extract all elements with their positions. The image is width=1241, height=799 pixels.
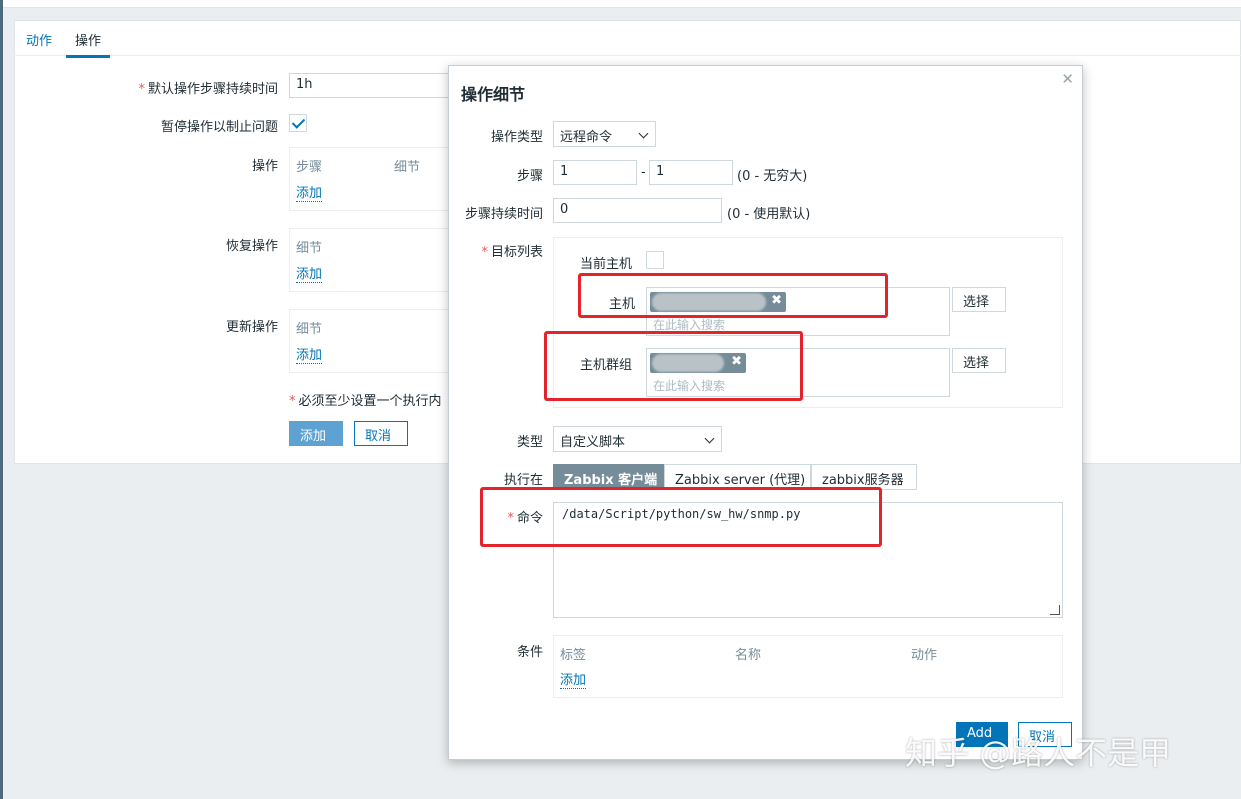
left-nav-edge [0,0,3,799]
recovery-add-link[interactable]: 添加 [296,263,323,283]
pause-label: 暂停操作以制止问题 [160,120,278,135]
update-add-link[interactable]: 添加 [296,344,323,364]
recovery-label: 恢复操作 [225,239,278,254]
step-from-input[interactable]: 1 [553,160,637,185]
default-duration-label: * 默认操作步骤持续时间 [138,82,278,97]
chevron-down-icon [638,128,649,139]
conditions-header-name: 名称 [735,648,762,663]
close-icon[interactable]: ✕ [1061,70,1074,88]
ops-add-link[interactable]: 添加 [296,182,323,202]
conditions-table: 标签 名称 动作 添加 [553,635,1063,698]
tab-operations[interactable]: 操作 [66,30,111,58]
target-list-label: * 目标列表 [481,245,543,260]
steps-label: 步骤 [516,169,543,184]
op-type-select[interactable]: 远程命令 [553,121,656,147]
conditions-header-action: 动作 [911,648,938,663]
current-host-label: 当前主机 [580,257,633,272]
chevron-down-icon [704,433,715,444]
step-to-input[interactable]: 1 [649,160,733,185]
steps-hint: (0 - 无穷大) [737,169,808,184]
required-note: * 必须至少设置一个执行内 [289,394,442,409]
recovery-header-detail: 细节 [296,241,323,256]
conditions-add-link[interactable]: 添加 [560,669,587,689]
update-label: 更新操作 [225,320,278,335]
conditions-label: 条件 [516,645,543,660]
pause-checkbox[interactable] [289,114,307,132]
type-label: 类型 [516,435,543,450]
dialog-title: 操作细节 [461,85,526,104]
operation-details-dialog: 操作细节 ✕ 操作类型 远程命令 步骤 1 - 1 (0 - 无穷大) 步骤持续… [448,65,1083,760]
step-duration-label: 步骤持续时间 [464,207,543,222]
default-duration-input[interactable]: 1h [289,73,459,98]
operations-table: 步骤 细节 添加 [289,147,459,211]
step-duration-hint: (0 - 使用默认) [727,207,811,222]
watermark-text: 知乎 @路人不是甲 [905,734,1172,772]
form-cancel-button[interactable]: 取消 [354,421,408,446]
highlight-command [480,487,882,547]
top-strip [3,0,1241,8]
op-type-label: 操作类型 [490,130,543,145]
form-add-button[interactable]: 添加 [289,421,343,446]
conditions-header-tag: 标签 [560,648,587,663]
type-value: 自定义脚本 [560,435,626,450]
current-host-checkbox[interactable] [646,251,664,269]
highlight-host [578,273,888,318]
tab-bar: 动作 操作 [14,20,1241,58]
type-select[interactable]: 自定义脚本 [553,426,722,452]
tab-action[interactable]: 动作 [26,30,52,49]
resize-handle-icon[interactable] [1050,605,1060,615]
op-type-value: 远程命令 [560,130,613,145]
ops-header-detail: 细节 [394,160,421,175]
host-select-button[interactable]: 选择 [952,287,1006,312]
highlight-hostgroup [544,331,803,401]
operations-label: 操作 [251,159,278,174]
update-header-detail: 细节 [296,322,323,337]
hostgroup-select-button[interactable]: 选择 [952,348,1006,373]
ops-header-step: 步骤 [296,160,323,175]
recovery-table: 细节 添加 [289,228,459,292]
update-table: 细节 添加 [289,309,459,373]
step-duration-input[interactable]: 0 [553,198,722,223]
step-dash: - [641,165,646,180]
execute-on-label: 执行在 [503,473,543,488]
